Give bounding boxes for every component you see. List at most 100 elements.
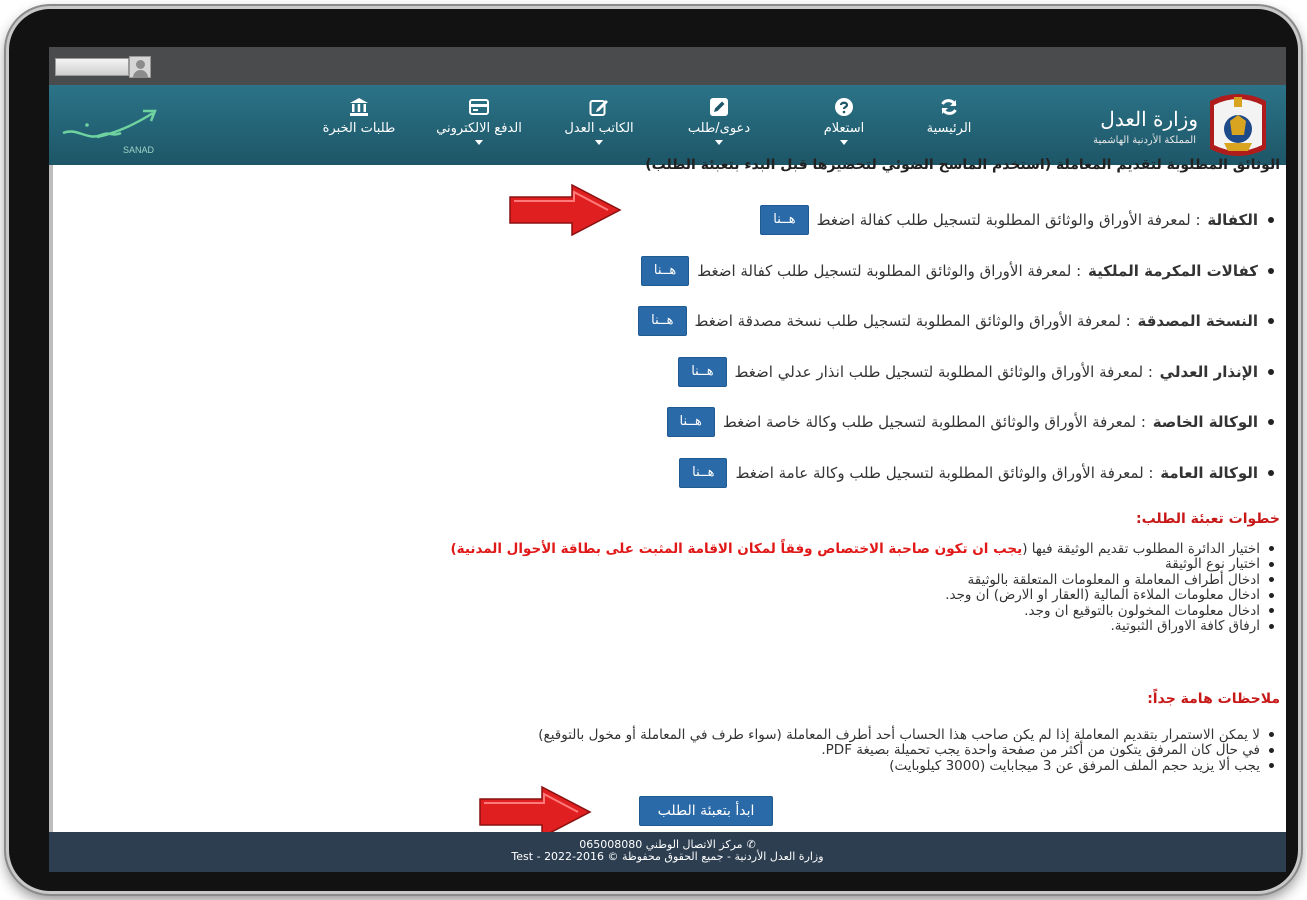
edit-icon bbox=[709, 97, 729, 117]
ministry-subtitle: المملكة الأردنية الهاشمية bbox=[1093, 135, 1196, 146]
document-title: الوكالة العامة bbox=[1160, 463, 1258, 482]
list-item: كفالات المكرمة الملكية : لمعرفة الأوراق … bbox=[274, 246, 1274, 297]
list-item: ارفاق كافة الاوراق الثبوتية. bbox=[174, 618, 1274, 634]
note-text: يجب ألا يزيد حجم الملف المرفق عن 3 ميجاب… bbox=[889, 757, 1260, 774]
step-tail: ) bbox=[450, 540, 457, 557]
notes-list: لا يمكن الاستمرار بتقديم المعاملة إذا لم… bbox=[174, 727, 1274, 774]
caret-down-icon bbox=[840, 140, 848, 145]
here-button-guarantee[interactable]: هــنا bbox=[760, 205, 809, 236]
here-button-legal-notice[interactable]: هــنا bbox=[678, 356, 727, 387]
sanad-label: SANAD bbox=[123, 145, 155, 155]
bullet-icon bbox=[1269, 747, 1274, 753]
notes-heading: ملاحظات هامة جداً: bbox=[1147, 691, 1280, 707]
step-warning: يجب ان تكون صاحبة الاختصاص وفقاً لمكان ا… bbox=[456, 540, 1023, 557]
nav-expertise-requests[interactable]: طلبات الخبرة bbox=[319, 97, 399, 159]
nav-label: الدفع الالكتروني bbox=[436, 121, 522, 136]
document-description: : لمعرفة الأوراق والوثائق المطلوبة لتسجي… bbox=[735, 463, 1154, 482]
nav-lawsuit-request[interactable]: دعوى/طلب bbox=[674, 97, 764, 159]
here-button-royal-guarantees[interactable]: هــنا bbox=[640, 255, 690, 286]
main-content: الوثائق المطلوبة لتقديم المعاملة (استخدم… bbox=[49, 157, 1286, 839]
start-filling-button[interactable]: ابدأ بتعبئة الطلب bbox=[639, 796, 773, 826]
device-frame: SANAD طلبات الخبرة الدفع الالكتروني الكا… bbox=[6, 6, 1301, 894]
here-button-certified-copy[interactable]: هــنا bbox=[638, 306, 687, 337]
document-title: الإنذار العدلي bbox=[1159, 362, 1258, 381]
caret-down-icon bbox=[715, 140, 723, 145]
nav-label: الكاتب العدل bbox=[564, 121, 634, 136]
document-title: الكفالة bbox=[1207, 211, 1258, 230]
bullet-icon bbox=[1268, 217, 1274, 224]
list-item: يجب ألا يزيد حجم الملف المرفق عن 3 ميجاب… bbox=[174, 758, 1274, 774]
list-item: الوكالة العامة : لمعرفة الأوراق والوثائق… bbox=[274, 448, 1274, 499]
bullet-icon bbox=[1269, 577, 1274, 583]
list-item: الوكالة الخاصة : لمعرفة الأوراق والوثائق… bbox=[274, 397, 1274, 448]
pointer-arrow-icon bbox=[509, 183, 622, 237]
document-title: الوكالة الخاصة bbox=[1152, 413, 1258, 432]
user-name-redacted bbox=[55, 58, 129, 76]
pointer-arrow-icon bbox=[479, 785, 592, 839]
bullet-icon bbox=[1269, 623, 1274, 629]
footer-contact: ✆مركز الاتصال الوطني 065008080 bbox=[49, 832, 1286, 851]
list-item: ادخال معلومات الملاءة المالية (العقار او… bbox=[174, 587, 1274, 604]
page-footer: ✆مركز الاتصال الوطني 065008080 وزارة الع… bbox=[49, 832, 1286, 872]
ministry-name: وزارة العدل bbox=[1100, 107, 1198, 131]
list-item: في حال كان المرفق يتكون من أكثر من صفحة … bbox=[174, 742, 1274, 759]
bullet-icon bbox=[1268, 469, 1274, 476]
coat-of-arms-icon bbox=[1210, 94, 1266, 156]
steps-list: اختيار الدائرة المطلوب تقديم الوثيقة فيه… bbox=[174, 541, 1274, 634]
nav-notary[interactable]: الكاتب العدل bbox=[554, 97, 644, 159]
nav-label: استعلام bbox=[823, 121, 865, 136]
step-text: ادخال أطراف المعاملة و المعلومات المتعلق… bbox=[967, 571, 1260, 588]
refresh-icon bbox=[939, 97, 959, 117]
bullet-icon bbox=[1269, 763, 1274, 769]
here-button-special-poa[interactable]: هــنا bbox=[666, 407, 715, 438]
nav-label: دعوى/طلب bbox=[687, 121, 751, 136]
sanad-logo[interactable]: SANAD bbox=[57, 103, 187, 155]
credit-card-icon bbox=[469, 97, 489, 117]
step-text: اختيار الدائرة المطلوب تقديم الوثيقة فيه… bbox=[1022, 540, 1260, 557]
nav-e-payment[interactable]: الدفع الالكتروني bbox=[429, 97, 529, 159]
question-icon bbox=[834, 97, 854, 117]
document-description: : لمعرفة الأوراق والوثائق المطلوبة لتسجي… bbox=[697, 261, 1082, 280]
list-item: لا يمكن الاستمرار بتقديم المعاملة إذا لم… bbox=[174, 727, 1274, 743]
here-button-general-poa[interactable]: هــنا bbox=[679, 457, 728, 488]
document-description: : لمعرفة الأوراق والوثائق المطلوبة لتسجي… bbox=[734, 362, 1153, 381]
nav-home[interactable]: الرئيسية bbox=[909, 97, 989, 159]
bullet-icon bbox=[1269, 592, 1274, 598]
browser-screen: SANAD طلبات الخبرة الدفع الالكتروني الكا… bbox=[49, 47, 1286, 872]
sanad-logo-icon bbox=[62, 109, 157, 139]
footer-copyright: وزارة العدل الأردنية - جميع الحقوق محفوظ… bbox=[511, 850, 824, 863]
main-navbar: SANAD طلبات الخبرة الدفع الالكتروني الكا… bbox=[49, 85, 1286, 165]
list-item: اختيار الدائرة المطلوب تقديم الوثيقة فيه… bbox=[174, 541, 1274, 557]
document-description: : لمعرفة الأوراق والوثائق المطلوبة لتسجي… bbox=[722, 413, 1146, 432]
list-item: الإنذار العدلي : لمعرفة الأوراق والوثائق… bbox=[274, 347, 1274, 398]
documents-list: الكفالة : لمعرفة الأوراق والوثائق المطلو… bbox=[274, 195, 1274, 498]
list-item: اختيار نوع الوثيقة bbox=[174, 556, 1274, 573]
nav-label: طلبات الخبرة bbox=[322, 121, 396, 136]
user-avatar-icon bbox=[129, 56, 151, 78]
steps-heading: خطوات تعبئة الطلب: bbox=[1135, 511, 1280, 527]
bullet-icon bbox=[1268, 267, 1274, 274]
caret-down-icon bbox=[475, 140, 483, 145]
nav-inquiry[interactable]: استعلام bbox=[799, 97, 889, 159]
step-text: ادخال معلومات الملاءة المالية (العقار او… bbox=[945, 587, 1260, 604]
list-item: الكفالة : لمعرفة الأوراق والوثائق المطلو… bbox=[274, 195, 1274, 246]
bullet-icon bbox=[1268, 368, 1274, 375]
bullet-icon bbox=[1268, 419, 1274, 426]
documents-heading: الوثائق المطلوبة لتقديم المعاملة (استخدم… bbox=[645, 157, 1280, 173]
user-menu[interactable] bbox=[55, 56, 151, 78]
top-bar bbox=[49, 47, 1286, 85]
pencil-square-icon bbox=[589, 97, 609, 117]
bullet-icon bbox=[1269, 546, 1274, 552]
note-text: لا يمكن الاستمرار بتقديم المعاملة إذا لم… bbox=[538, 726, 1260, 743]
list-item: ادخال أطراف المعاملة و المعلومات المتعلق… bbox=[174, 572, 1274, 588]
step-text: اختيار نوع الوثيقة bbox=[1165, 556, 1260, 573]
nav-label: الرئيسية bbox=[926, 121, 972, 136]
ministry-logo[interactable]: وزارة العدل المملكة الأردنية الهاشمية bbox=[1068, 89, 1278, 163]
document-description: : لمعرفة الأوراق والوثائق المطلوبة لتسجي… bbox=[694, 312, 1131, 331]
bullet-icon bbox=[1268, 318, 1274, 325]
bullet-icon bbox=[1269, 608, 1274, 614]
list-item: ادخال معلومات المخولون بالتوقيع ان وجد. bbox=[174, 603, 1274, 619]
note-text: في حال كان المرفق يتكون من أكثر من صفحة … bbox=[821, 742, 1260, 759]
document-title: النسخة المصدقة bbox=[1137, 312, 1258, 331]
document-description: : لمعرفة الأوراق والوثائق المطلوبة لتسجي… bbox=[816, 211, 1201, 230]
